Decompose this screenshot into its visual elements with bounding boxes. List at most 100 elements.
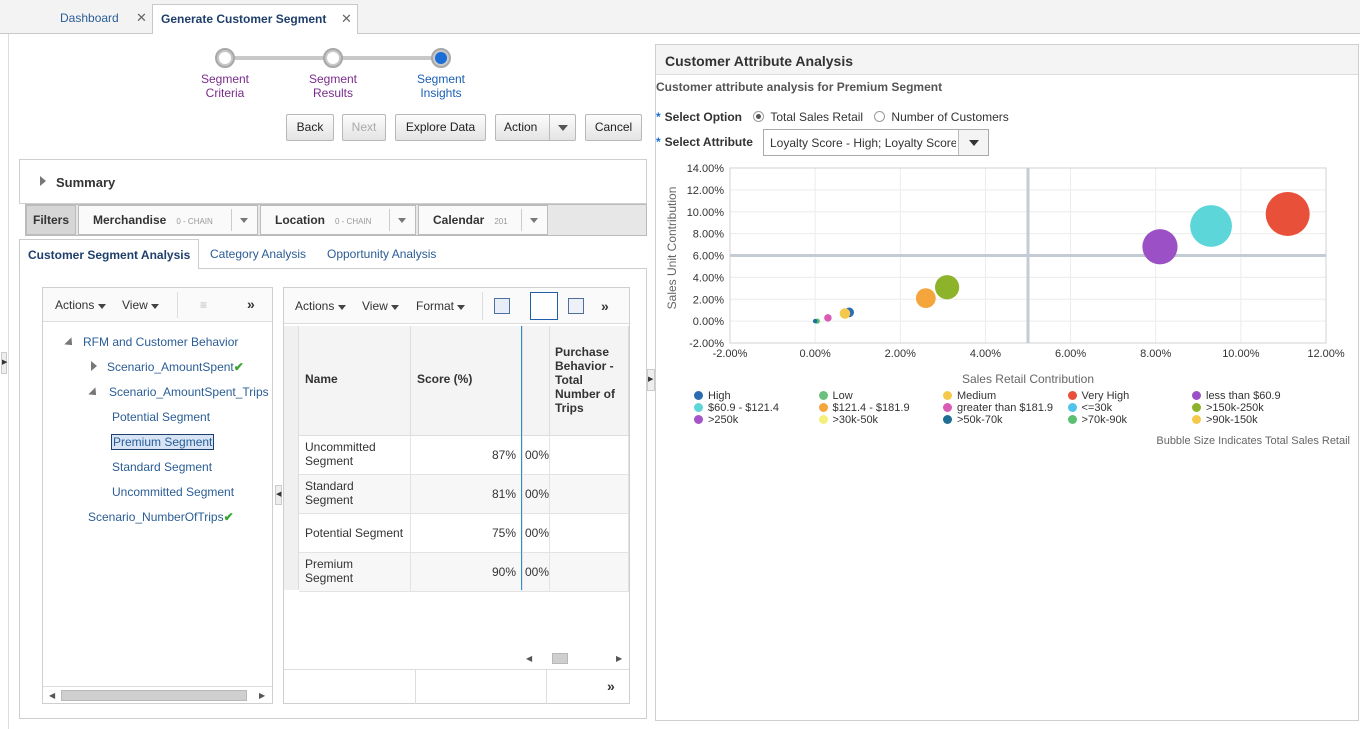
table-row-extra[interactable]: 00% xyxy=(523,475,550,514)
column-header-blank[interactable] xyxy=(523,326,550,436)
column-header-purchase-behavior[interactable]: Purchase Behavior - Total Number of Trip… xyxy=(550,326,629,436)
filter-icon[interactable]: ≡ xyxy=(200,295,207,315)
scroll-left-icon[interactable]: ◀ xyxy=(526,654,532,663)
legend-item[interactable]: >150k-250k xyxy=(1192,402,1264,414)
scroll-right-icon[interactable]: ▶ xyxy=(259,691,265,700)
close-icon[interactable]: ✕ xyxy=(136,4,147,32)
legend-item[interactable]: >30k-50k xyxy=(818,414,878,426)
radio-label-number-of-customers[interactable]: Number of Customers xyxy=(891,110,1008,124)
train-label-results[interactable]: Segment Results xyxy=(293,72,373,100)
calendar-filter[interactable]: Calendar 201 xyxy=(418,205,548,235)
train-label-criteria[interactable]: Segment Criteria xyxy=(185,72,265,100)
legend-item[interactable]: $60.9 - $121.4 xyxy=(694,402,779,414)
tree-horizontal-scrollbar[interactable]: ◀ ▶ xyxy=(43,686,272,703)
table-row-empty[interactable] xyxy=(550,475,629,514)
tree-overflow-button[interactable]: » xyxy=(247,294,255,314)
scroll-thumb[interactable] xyxy=(61,690,247,701)
legend-item[interactable]: less than $60.9 xyxy=(1192,390,1281,402)
tree-view-menu[interactable]: View xyxy=(122,295,160,315)
tab-generate-customer-segment[interactable]: Generate Customer Segment ✕ xyxy=(152,4,358,35)
merchandise-dropdown[interactable] xyxy=(231,209,255,231)
table-row-empty[interactable] xyxy=(550,553,629,592)
table-row-extra[interactable]: 00% xyxy=(523,436,550,475)
attribute-select[interactable]: Loyalty Score - High; Loyalty Score xyxy=(763,129,989,156)
grid-format-menu[interactable]: Format xyxy=(416,296,466,316)
collapse-icon[interactable] xyxy=(88,387,100,399)
scroll-right-icon[interactable]: ▶ xyxy=(616,654,622,663)
table-row-score[interactable]: 75% xyxy=(411,514,523,553)
tab-category-analysis[interactable]: Category Analysis xyxy=(210,239,306,269)
location-filter[interactable]: Location 0 - CHAIN xyxy=(260,205,416,235)
scroll-thumb[interactable] xyxy=(552,653,568,664)
action-dropdown[interactable] xyxy=(549,115,575,140)
column-header-score[interactable]: Score (%) xyxy=(411,326,523,436)
tree-node-potential-segment[interactable]: Potential Segment xyxy=(112,410,210,424)
legend-item[interactable]: High xyxy=(694,390,731,402)
tree-node-scenario-amountspent-trips[interactable]: Scenario_AmountSpent_Trips xyxy=(88,385,269,399)
freeze-icon[interactable] xyxy=(530,292,558,320)
tree-actions-menu[interactable]: Actions xyxy=(55,295,106,315)
table-row-empty[interactable] xyxy=(550,436,629,475)
grid-actions-menu[interactable]: Actions xyxy=(295,296,346,316)
location-dropdown[interactable] xyxy=(389,209,413,231)
merchandise-filter[interactable]: Merchandise 0 - CHAIN xyxy=(78,205,258,235)
radio-label-total-sales-retail[interactable]: Total Sales Retail xyxy=(770,110,863,124)
legend-item[interactable]: >50k-70k xyxy=(943,414,1003,426)
tree-node-standard-segment[interactable]: Standard Segment xyxy=(112,460,212,474)
column-resize-line[interactable] xyxy=(521,326,522,590)
table-row-score[interactable]: 87% xyxy=(411,436,523,475)
column-header-name[interactable]: Name xyxy=(299,326,411,436)
summary-title[interactable]: Summary xyxy=(56,175,115,190)
table-row-name[interactable]: Uncommitted Segment xyxy=(299,436,411,475)
legend-item[interactable]: greater than $181.9 xyxy=(943,402,1053,414)
train-label-insights[interactable]: Segment Insights xyxy=(401,72,481,100)
cancel-button[interactable]: Cancel xyxy=(585,114,642,141)
tree-node-scenario-numberoftrips[interactable]: Scenario_NumberOfTrips✔ xyxy=(88,510,234,524)
tab-opportunity-analysis[interactable]: Opportunity Analysis xyxy=(327,239,436,269)
bubble-point[interactable]: less than $60.9 xyxy=(1142,229,1178,265)
splitter-collapse-icon[interactable]: ◀ xyxy=(275,485,282,505)
table-row-score[interactable]: 81% xyxy=(411,475,523,514)
next-button[interactable]: Next xyxy=(342,114,386,141)
radio-total-sales-retail[interactable] xyxy=(753,111,765,122)
tab-customer-segment-analysis[interactable]: Customer Segment Analysis xyxy=(19,239,200,271)
bubble-point[interactable]: >150k-250k xyxy=(935,275,960,300)
train-stop-insights[interactable] xyxy=(431,48,451,68)
bubble-point[interactable]: Very High xyxy=(1265,191,1310,236)
train-stop-criteria[interactable] xyxy=(215,48,235,68)
legend-item[interactable]: <=30k xyxy=(1067,402,1112,414)
footer-overflow-button[interactable]: » xyxy=(607,676,615,696)
center-splitter-handle[interactable]: ▶ xyxy=(647,369,655,391)
back-button[interactable]: Back xyxy=(286,114,334,141)
table-row-extra[interactable]: 00% xyxy=(523,514,550,553)
legend-item[interactable]: >70k-90k xyxy=(1067,414,1127,426)
collapse-icon[interactable] xyxy=(64,337,76,349)
grid-view-menu[interactable]: View xyxy=(362,296,400,316)
legend-item[interactable]: Medium xyxy=(943,390,996,402)
radio-number-of-customers[interactable] xyxy=(874,111,886,122)
table-row-name[interactable]: Premium Segment xyxy=(299,553,411,592)
grid-horizontal-scrollbar[interactable]: ◀ ▶ xyxy=(524,651,629,667)
action-button[interactable]: Action xyxy=(495,114,576,141)
close-icon[interactable]: ✕ xyxy=(341,5,352,33)
left-splitter-handle[interactable]: ▶ xyxy=(1,352,7,374)
legend-item[interactable]: Very High xyxy=(1067,390,1129,402)
table-row-name[interactable]: Standard Segment xyxy=(299,475,411,514)
legend-item[interactable]: Low xyxy=(818,390,853,402)
expand-icon[interactable] xyxy=(40,176,46,186)
attribute-select-toggle[interactable] xyxy=(958,130,988,155)
expand-icon[interactable] xyxy=(91,361,97,371)
legend-item[interactable]: >250k xyxy=(694,414,738,426)
tree-node-scenario-amountspent[interactable]: Scenario_AmountSpent✔ xyxy=(91,360,244,374)
export-icon[interactable] xyxy=(494,298,510,314)
tree-node-premium-segment[interactable]: Premium Segment xyxy=(111,434,215,450)
bubble-point[interactable]: >90k-150k xyxy=(839,308,851,319)
calendar-dropdown[interactable] xyxy=(521,209,545,231)
train-stop-results[interactable] xyxy=(323,48,343,68)
table-row-score[interactable]: 90% xyxy=(411,553,523,592)
bubble-point[interactable]: >250k xyxy=(824,314,832,322)
table-row-empty[interactable] xyxy=(550,514,629,553)
table-row-extra[interactable]: 00% xyxy=(523,553,550,592)
legend-item[interactable]: >90k-150k xyxy=(1192,414,1258,426)
bubble-point[interactable]: $121.4 - $181.9 xyxy=(915,288,936,309)
